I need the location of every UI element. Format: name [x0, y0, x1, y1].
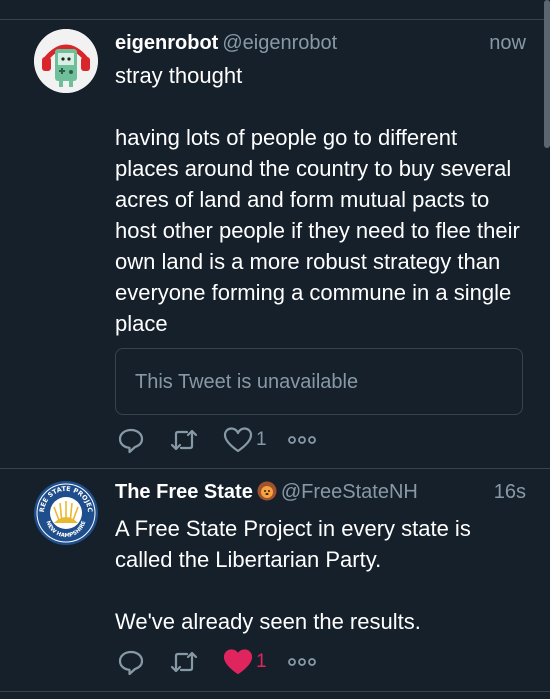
user-handle[interactable]: @FreeStateNH: [281, 481, 418, 503]
like-icon: [223, 427, 253, 453]
like-count: 1: [256, 429, 267, 450]
quoted-tweet-card[interactable]: This Tweet is unavailable: [115, 348, 523, 415]
retweet-icon: [170, 651, 198, 673]
like-button[interactable]: 1: [223, 647, 267, 677]
more-icon: [288, 436, 316, 444]
previous-tweet-divider: [0, 0, 550, 20]
tweet-text: stray thought having lots of people go t…: [115, 63, 520, 336]
tweet-text: A Free State Project in every state is c…: [115, 516, 471, 634]
more-icon: [288, 658, 316, 666]
avatar[interactable]: FREE STATE PROJECT NEW HAMPSHIRE: [34, 481, 98, 545]
reply-icon: [118, 428, 144, 454]
retweet-button[interactable]: [169, 647, 199, 677]
display-name[interactable]: eigenrobot: [115, 32, 218, 54]
tweet-eigenrobot[interactable]: eigenrobot @eigenrobot now stray thought …: [0, 20, 550, 469]
like-icon: [223, 649, 253, 675]
reply-button[interactable]: [117, 647, 145, 677]
tweet-freestatenh[interactable]: FREE STATE PROJECT NEW HAMPSHIRE The Fre…: [0, 469, 550, 692]
retweet-button[interactable]: [169, 425, 199, 455]
tweet-header: eigenrobot @eigenrobot now: [115, 32, 526, 60]
like-button[interactable]: 1: [223, 425, 267, 455]
like-count: 1: [256, 651, 267, 672]
user-handle[interactable]: @eigenrobot: [222, 32, 337, 54]
lion-emoji-icon: [257, 481, 277, 501]
reply-button[interactable]: [117, 425, 145, 455]
timestamp[interactable]: 16s: [494, 481, 526, 504]
reply-icon: [118, 650, 144, 676]
avatar[interactable]: [34, 29, 98, 93]
more-options-button[interactable]: [288, 647, 316, 677]
display-name[interactable]: The Free State: [115, 481, 253, 503]
more-options-button[interactable]: [288, 425, 316, 455]
retweet-icon: [170, 429, 198, 451]
quoted-tweet-unavailable: This Tweet is unavailable: [135, 371, 359, 393]
timestamp[interactable]: now: [489, 32, 526, 55]
tweet-header: The Free State @FreeStateNH 16s: [115, 481, 526, 509]
